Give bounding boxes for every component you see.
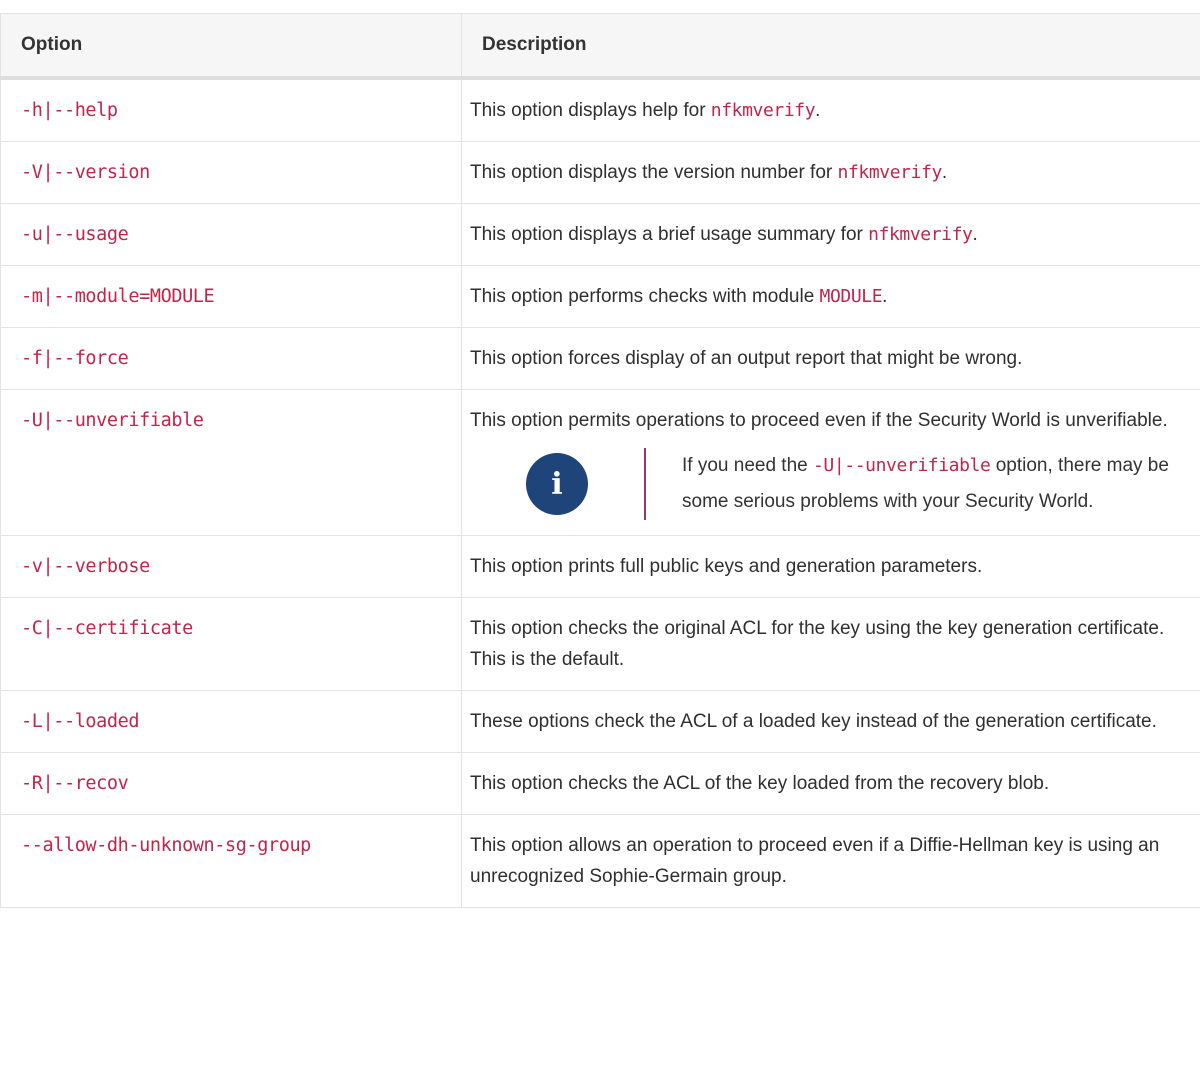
- option-name: -C|--certificate: [21, 618, 193, 639]
- inline-code: -U|--unverifiable: [813, 455, 991, 476]
- table-row: -L|--loaded These options check the ACL …: [0, 690, 1200, 753]
- column-header-option: Option: [0, 13, 462, 80]
- inline-code: nfkmverify: [710, 100, 816, 121]
- table-header-row: Option Description: [0, 13, 1200, 80]
- option-name: -h|--help: [21, 100, 118, 121]
- option-description: This option forces display of an output …: [470, 348, 1023, 369]
- option-description: These options check the ACL of a loaded …: [470, 711, 1157, 732]
- table-row: -C|--certificate This option checks the …: [0, 597, 1200, 691]
- option-name: --allow-dh-unknown-sg-group: [21, 835, 311, 856]
- option-description: This option allows an operation to proce…: [470, 835, 1160, 887]
- table-row: -V|--version This option displays the ve…: [0, 141, 1200, 204]
- inline-code: nfkmverify: [868, 224, 973, 245]
- option-description: This option performs checks with module: [470, 286, 820, 307]
- table-row: -R|--recov This option checks the ACL of…: [0, 752, 1200, 815]
- table-row: -v|--verbose This option prints full pub…: [0, 535, 1200, 598]
- column-header-description: Description: [461, 13, 1200, 80]
- table-row: -u|--usage This option displays a brief …: [0, 203, 1200, 266]
- table-row: --allow-dh-unknown-sg-group This option …: [0, 814, 1200, 908]
- option-description: This option prints full public keys and …: [470, 556, 983, 577]
- note-divider: If you need the -U|--unverifiable option…: [644, 448, 1200, 520]
- note-admonition: i If you need the -U|--unverifiable opti…: [470, 448, 1200, 520]
- table-row: -m|--module=MODULE This option performs …: [0, 265, 1200, 328]
- option-name: -V|--version: [21, 162, 150, 183]
- table-row: -U|--unverifiable This option permits op…: [0, 389, 1200, 536]
- option-description: This option displays the version number …: [470, 162, 838, 183]
- options-table-container: Option Description -h|--help This option…: [0, 13, 1200, 908]
- option-name: -U|--unverifiable: [21, 410, 204, 431]
- option-description: This option permits operations to procee…: [470, 410, 1168, 431]
- option-name: -f|--force: [21, 348, 129, 369]
- inline-code: MODULE: [819, 286, 883, 307]
- info-icon: i: [526, 453, 588, 515]
- options-table: Option Description -h|--help This option…: [0, 13, 1200, 908]
- option-name: -R|--recov: [21, 773, 129, 794]
- option-name: -m|--module=MODULE: [21, 286, 215, 307]
- table-row: -h|--help This option displays help for …: [0, 77, 1200, 142]
- option-description: This option displays a brief usage summa…: [470, 224, 869, 245]
- table-row: -f|--force This option forces display of…: [0, 327, 1200, 390]
- option-description: This option checks the original ACL for …: [470, 618, 1165, 670]
- option-description: This option displays help for: [470, 100, 711, 121]
- option-name: -v|--verbose: [21, 556, 150, 577]
- option-name: -u|--usage: [21, 224, 129, 245]
- note-text: If you need the -U|--unverifiable option…: [682, 455, 1169, 512]
- option-description: This option checks the ACL of the key lo…: [470, 773, 1050, 794]
- inline-code: nfkmverify: [837, 162, 943, 183]
- option-name: -L|--loaded: [21, 711, 140, 732]
